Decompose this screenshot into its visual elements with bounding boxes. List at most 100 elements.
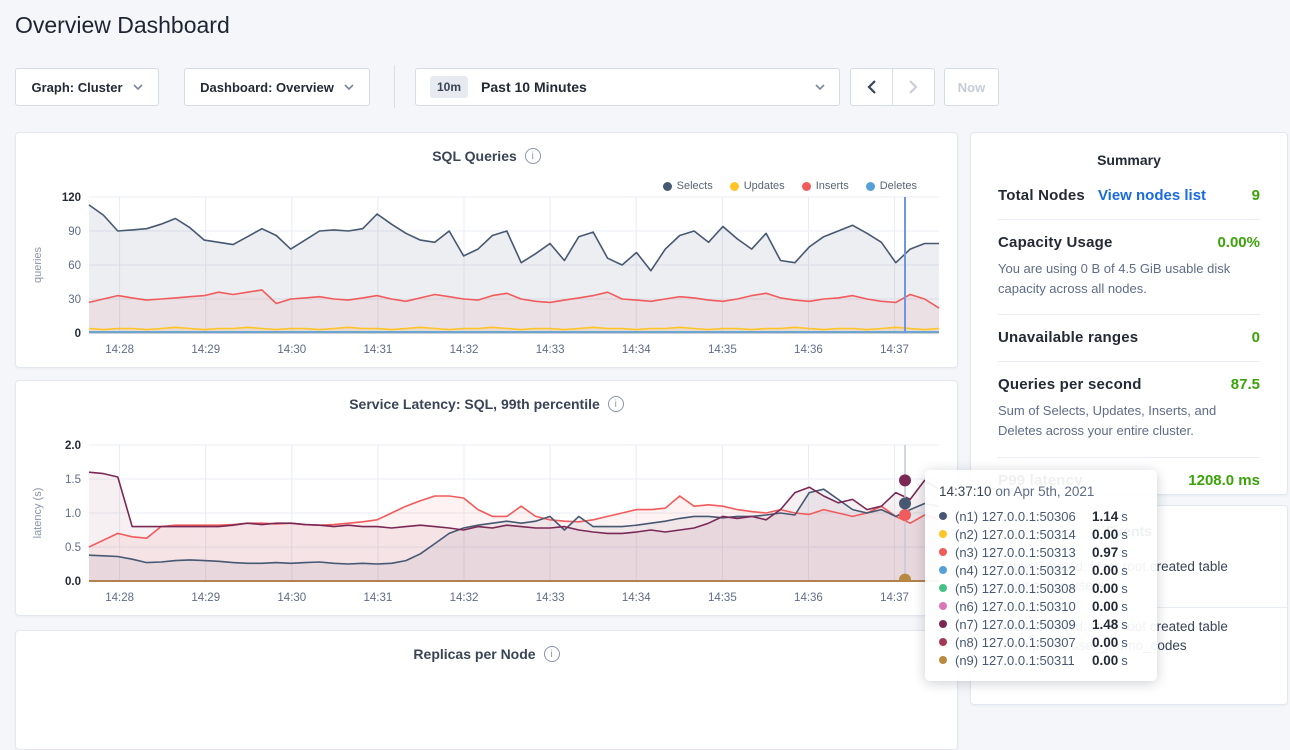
svg-text:14:30: 14:30 [277,344,306,356]
chart-title-text: Service Latency: SQL, 99th percentile [349,396,600,412]
chart-title-text: SQL Queries [432,148,517,164]
dashboard-dropdown[interactable]: Dashboard: Overview [184,68,370,106]
svg-text:14:35: 14:35 [708,344,737,356]
svg-text:120: 120 [62,192,81,204]
tooltip-node-label: (n7) 127.0.0.1:50309 [955,617,1088,632]
svg-text:14:29: 14:29 [191,344,220,356]
svg-text:queries: queries [32,246,44,283]
svg-text:2.0: 2.0 [65,440,81,452]
graph-dropdown[interactable]: Graph: Cluster [15,68,159,106]
sql-queries-chart[interactable]: 14:28 14:29 14:30 14:31 14:32 14:33 14:34 14:35… [27,189,947,361]
summary-title: Summary [971,133,1287,173]
tooltip-rows: (n1) 127.0.0.1:503061.14s(n2) 127.0.0.1:… [939,507,1143,669]
svg-text:14:35: 14:35 [708,592,737,604]
time-range-picker[interactable]: 10m Past 10 Minutes [415,68,840,106]
tooltip-timestamp: 14:37:10 on Apr 5th, 2021 [939,484,1143,499]
tooltip-node-unit: s [1121,527,1128,542]
svg-text:14:33: 14:33 [536,344,565,356]
svg-text:0: 0 [75,328,81,340]
svg-text:14:36: 14:36 [794,592,823,604]
info-icon[interactable]: i [608,396,624,412]
svg-text:14:37: 14:37 [880,344,909,356]
summary-row-queries-per-second: Queries per second 87.5 Sum of Selects, … [998,362,1260,457]
now-button-label: Now [958,80,985,95]
tooltip-node-label: (n6) 127.0.0.1:50310 [955,599,1088,614]
svg-text:0.0: 0.0 [65,576,81,588]
now-button[interactable]: Now [944,68,999,106]
tooltip-node-row: (n1) 127.0.0.1:503061.14s [939,507,1143,525]
previous-time-button[interactable] [851,69,893,105]
tooltip-node-row: (n7) 127.0.0.1:503091.48s [939,615,1143,633]
node-color-dot-icon [939,566,947,574]
tooltip-node-label: (n8) 127.0.0.1:50307 [955,635,1088,650]
time-step-buttons [850,68,935,106]
summary-label: Total Nodes [998,187,1085,204]
info-icon[interactable]: i [544,646,560,662]
node-color-dot-icon [939,530,947,538]
time-range-label: Past 10 Minutes [481,79,587,95]
summary-value: 1208.0 ms [1188,472,1260,489]
node-color-dot-icon [939,512,947,520]
svg-text:0.5: 0.5 [65,542,81,554]
summary-value: 0 [1252,329,1260,346]
tooltip-node-unit: s [1121,635,1128,650]
summary-label: Capacity Usage [998,234,1113,251]
tooltip-node-row: (n6) 127.0.0.1:503100.00s [939,597,1143,615]
tooltip-node-label: (n9) 127.0.0.1:50311 [955,653,1088,668]
info-icon[interactable]: i [525,148,541,164]
svg-text:90: 90 [68,226,81,238]
svg-text:14:31: 14:31 [364,344,393,356]
tooltip-node-row: (n2) 127.0.0.1:503140.00s [939,525,1143,543]
svg-text:1.0: 1.0 [65,508,81,520]
svg-text:latency (s): latency (s) [32,488,44,539]
svg-text:14:36: 14:36 [794,344,823,356]
svg-text:14:32: 14:32 [450,592,479,604]
chevron-down-icon [133,84,143,90]
svg-text:14:31: 14:31 [364,592,393,604]
svg-text:1.5: 1.5 [65,474,81,486]
tooltip-node-value: 0.97 [1092,545,1118,560]
svg-text:14:34: 14:34 [622,344,651,356]
node-color-dot-icon [939,638,947,646]
summary-panel: Summary Total Nodes View nodes list 9 Ca… [970,132,1288,495]
tooltip-node-row: (n5) 127.0.0.1:503080.00s [939,579,1143,597]
graph-dropdown-label: Graph: Cluster [31,80,122,95]
node-color-dot-icon [939,584,947,592]
svg-text:14:37: 14:37 [880,592,909,604]
node-color-dot-icon [939,548,947,556]
tooltip-node-label: (n5) 127.0.0.1:50308 [955,581,1088,596]
tooltip-node-label: (n3) 127.0.0.1:50313 [955,545,1088,560]
tooltip-node-row: (n8) 127.0.0.1:50307 0.00s [939,633,1143,651]
node-color-dot-icon [939,602,947,610]
tooltip-node-value: 0.00 [1092,635,1118,650]
svg-text:14:28: 14:28 [105,344,134,356]
summary-row-capacity-usage: Capacity Usage 0.00% You are using 0 B o… [998,220,1260,315]
summary-label: Queries per second [998,376,1142,393]
svg-text:14:34: 14:34 [622,592,651,604]
summary-row-unavailable-ranges: Unavailable ranges 0 [998,315,1260,362]
time-range-badge: 10m [430,76,468,98]
tooltip-node-unit: s [1121,653,1128,668]
svg-text:14:28: 14:28 [105,592,134,604]
summary-value: 87.5 [1231,376,1260,393]
chart-title-replicas-per-node: Replicas per Node i [16,646,957,662]
tooltip-node-row: (n4) 127.0.0.1:503120.00s [939,561,1143,579]
tooltip-node-unit: s [1121,509,1128,524]
tooltip-node-value: 0.00 [1092,563,1118,578]
next-time-button[interactable] [893,69,935,105]
svg-text:14:32: 14:32 [450,344,479,356]
summary-description: You are using 0 B of 4.5 GiB usable disk… [998,259,1260,299]
svg-text:14:33: 14:33 [536,592,565,604]
tooltip-node-unit: s [1121,617,1128,632]
chart-title-service-latency: Service Latency: SQL, 99th percentile i [16,396,957,412]
tooltip-node-unit: s [1121,545,1128,560]
service-latency-chart[interactable]: 14:2814:2914:3014:3114:3214:3314:3414:35… [27,437,947,609]
node-color-dot-icon [939,656,947,664]
tooltip-time: 14:37:10 [939,484,992,499]
tooltip-node-label: (n2) 127.0.0.1:50314 [955,527,1088,542]
svg-text:14:29: 14:29 [191,592,220,604]
summary-label: Unavailable ranges [998,329,1138,346]
tooltip-node-label: (n4) 127.0.0.1:50312 [955,563,1088,578]
chart-hover-tooltip: 14:37:10 on Apr 5th, 2021 (n1) 127.0.0.1… [925,470,1157,681]
view-nodes-list-link[interactable]: View nodes list [1098,187,1206,204]
